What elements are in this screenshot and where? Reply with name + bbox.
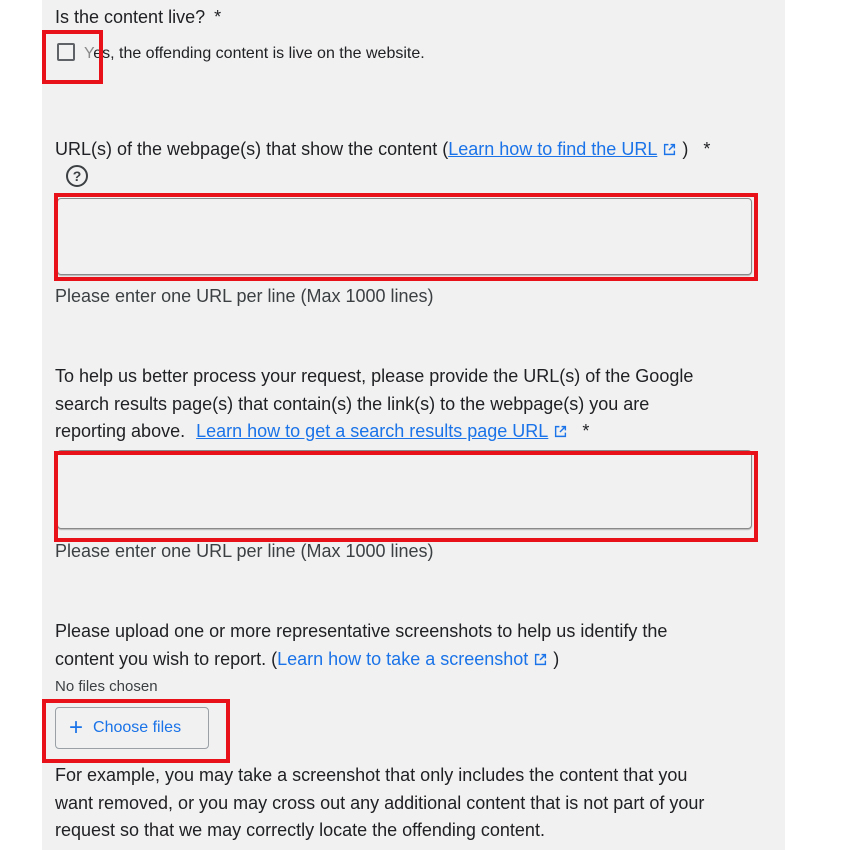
- checkbox-label-text: es, the offending content is live on the…: [93, 45, 425, 62]
- screenshot-label-line2: content you wish to report. (: [55, 648, 278, 669]
- content-live-checkbox[interactable]: [57, 43, 75, 61]
- search-url-label-line3-container: reporting above. Learn how to get a sear…: [55, 418, 693, 446]
- external-link-icon: [535, 653, 547, 665]
- search-url-field-hint: Please enter one URL per line (Max 1000 …: [55, 541, 434, 561]
- search-url-label-line2: search results page(s) that contain(s) t…: [55, 393, 650, 414]
- find-url-link[interactable]: Learn how to find the URL: [448, 139, 676, 159]
- content-live-question-text: Is the content live?: [55, 7, 206, 27]
- url-field-label: URL(s) of the webpage(s) that show the c…: [55, 136, 710, 162]
- example-line2: want removed, or you may cross out any a…: [55, 792, 705, 813]
- url-field-hint: Please enter one URL per line (Max 1000 …: [55, 286, 434, 306]
- url-field-label-text: URL(s) of the webpage(s) that show the c…: [55, 139, 449, 159]
- screenshot-upload-label: Please upload one or more representative…: [55, 618, 667, 673]
- choose-files-label: Choose files: [93, 719, 182, 736]
- find-url-link-text: Learn how to find the URL: [448, 139, 658, 159]
- webpage-url-input[interactable]: [57, 198, 752, 275]
- search-results-url-link[interactable]: Learn how to get a search results page U…: [196, 421, 567, 441]
- checkbox-label-first-letter: Y: [84, 45, 94, 62]
- screenshot-label-close: ): [553, 648, 560, 669]
- screenshot-label-line1: Please upload one or more representative…: [55, 621, 668, 641]
- example-line1: For example, you may take a screenshot t…: [55, 765, 688, 785]
- required-mark: *: [703, 139, 711, 159]
- search-url-label-line1: To help us better process your request, …: [55, 366, 694, 386]
- file-status: No files chosen: [55, 678, 158, 695]
- required-mark: *: [582, 421, 590, 441]
- search-url-label-line3: reporting above.: [55, 421, 186, 441]
- search-results-url-input[interactable]: [57, 450, 752, 529]
- url-field-label-close: ): [682, 139, 689, 159]
- search-url-field-label: To help us better process your request, …: [55, 363, 693, 446]
- choose-files-button[interactable]: + Choose files: [55, 707, 209, 749]
- external-link-icon: [555, 425, 567, 438]
- external-link-icon: [664, 143, 676, 156]
- search-results-url-link-text: Learn how to get a search results page U…: [196, 421, 549, 441]
- take-screenshot-link-text: Learn how to take a screenshot: [277, 648, 529, 669]
- required-mark: *: [214, 7, 222, 27]
- plus-icon: +: [69, 714, 84, 741]
- content-live-question: Is the content live? *: [55, 4, 221, 30]
- screenshot-example-text: For example, you may take a screenshot t…: [55, 762, 704, 845]
- take-screenshot-link[interactable]: Learn how to take a screenshot: [277, 649, 547, 669]
- content-live-checkbox-label[interactable]: Yes, the offending content is live on th…: [84, 44, 425, 64]
- help-circle-icon[interactable]: ?: [66, 165, 88, 187]
- example-line3: request so that we may correctly locate …: [55, 820, 545, 840]
- screenshot-label-line2-container: content you wish to report. (Learn how t…: [55, 646, 667, 674]
